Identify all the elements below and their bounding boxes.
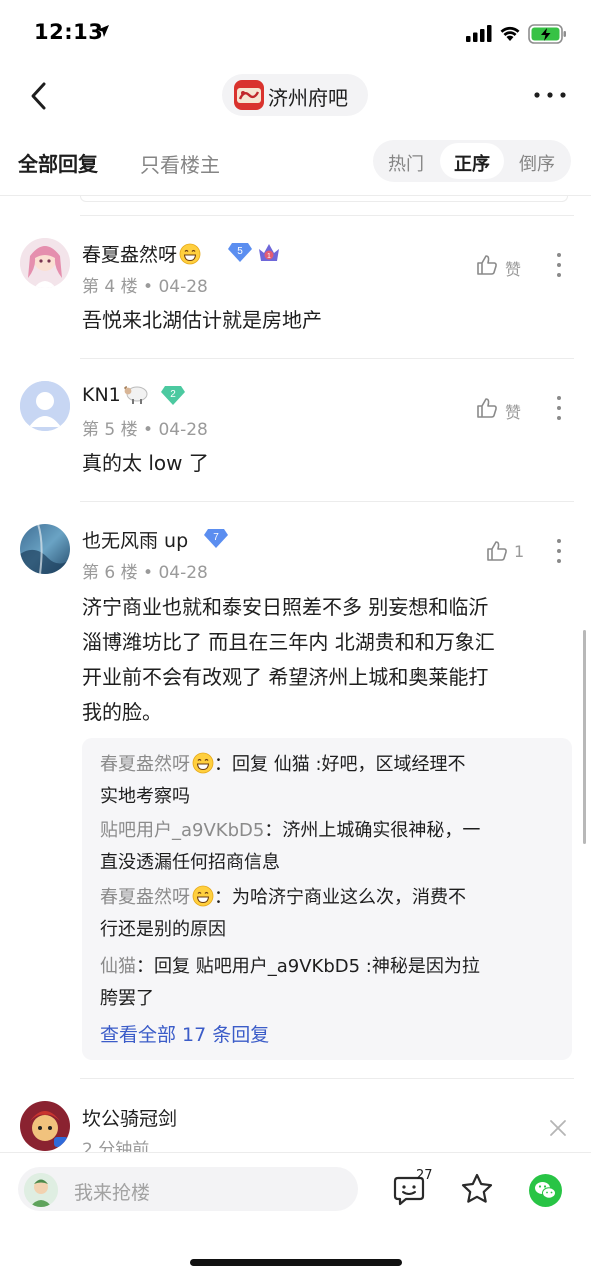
home-indicator[interactable] <box>190 1259 402 1266</box>
sub-reply[interactable]: 春夏盎然呀 ：为哈济宁商业这么次，消费不 行还是别的原因 <box>100 882 560 946</box>
star-favorite-icon[interactable] <box>460 1172 494 1206</box>
reply-text: 实地考察吗 <box>100 786 190 807</box>
reply-text: 行还是别的原因 <box>100 919 226 940</box>
rank-crown-icon: 1 <box>259 244 279 261</box>
battery-charging-icon <box>528 24 566 44</box>
more-vertical-icon[interactable] <box>552 394 566 422</box>
status-bar: 12:13 <box>0 0 591 66</box>
view-all-replies-link[interactable]: 查看全部 17 条回复 <box>100 1020 269 1047</box>
location-arrow-icon <box>97 25 109 37</box>
thumbs-up-icon[interactable] <box>485 539 509 563</box>
previous-post-tail <box>80 196 568 202</box>
more-horizontal-icon[interactable] <box>532 82 568 108</box>
avatar[interactable] <box>20 381 70 431</box>
sub-reply[interactable]: 春夏盎然呀 ：回复 仙猫 :好吧，区域经理不 实地考察吗 <box>100 749 560 813</box>
wifi-icon <box>500 26 520 41</box>
reply-text: 胯罢了 <box>100 988 154 1009</box>
username[interactable]: 春夏盎然呀 <box>82 240 201 267</box>
my-avatar <box>24 1173 58 1207</box>
sheep-emoji-icon <box>124 386 148 404</box>
post-divider <box>80 501 574 502</box>
reply-input-placeholder[interactable]: 我来抢楼 <box>74 1178 150 1205</box>
sort-ascending[interactable]: 正序 <box>454 150 490 176</box>
reply-text: ：济州上城确实很神秘，一 <box>264 820 481 841</box>
username[interactable]: KN1 <box>82 383 151 406</box>
svg-text:2: 2 <box>170 389 176 400</box>
like-count[interactable]: 1 <box>514 542 524 561</box>
post-content: 真的太 low 了 <box>82 451 209 475</box>
sub-reply[interactable]: 贴吧用户_a9VKbD5：济州上城确实很神秘，一 直没透漏任何招商信息 <box>100 815 560 879</box>
reply-text: 直没透漏任何招商信息 <box>100 852 280 873</box>
reply-text: ：为哈济宁商业这么次，消费不 <box>214 887 466 908</box>
comment-count: 27 <box>416 1168 433 1183</box>
tab-op-only[interactable]: 只看楼主 <box>140 149 220 178</box>
status-time: 12:13 <box>34 20 104 44</box>
wechat-share-icon[interactable] <box>529 1174 562 1207</box>
post-meta: 第 6 楼 • 04-28 <box>82 563 208 583</box>
thumbs-up-icon[interactable] <box>475 396 499 420</box>
username[interactable]: 也无风雨 up <box>82 526 188 553</box>
close-icon[interactable] <box>548 1118 568 1138</box>
thumbs-up-icon[interactable] <box>475 253 499 277</box>
grin-emoji-icon <box>192 885 214 907</box>
avatar[interactable] <box>20 524 70 574</box>
more-vertical-icon[interactable] <box>552 537 566 565</box>
reply-author[interactable]: 贴吧用户_a9VKbD5 <box>100 820 264 841</box>
reply-input[interactable] <box>18 1167 358 1211</box>
content-line: 开业前不会有改观了 希望济州上城和奥莱能打 <box>82 665 489 689</box>
like-label[interactable]: 赞 <box>505 399 521 423</box>
avatar[interactable] <box>20 1101 70 1151</box>
grin-emoji-icon <box>192 752 214 774</box>
post-meta: 第 4 楼 • 04-28 <box>82 277 208 297</box>
content-line: 淄博潍坊比了 而且在三年内 北湖贵和和万象汇 <box>82 630 495 654</box>
level-diamond-icon: 2 <box>161 386 185 405</box>
post-divider <box>80 1078 574 1079</box>
more-vertical-icon[interactable] <box>552 251 566 279</box>
level-diamond-icon: 7 <box>204 529 228 548</box>
post-content: 济宁商业也就和泰安日照差不多 别妄想和临沂 淄博潍坊比了 而且在三年内 北湖贵和… <box>82 590 495 730</box>
sort-hot[interactable]: 热门 <box>388 150 424 176</box>
scrollbar-thumb[interactable] <box>583 630 586 844</box>
level-diamond-icon: 5 <box>228 243 252 262</box>
back-chevron-icon[interactable] <box>24 76 56 116</box>
sort-descending[interactable]: 倒序 <box>519 150 555 176</box>
forum-logo <box>234 80 264 110</box>
content-line: 济宁商业也就和泰安日照差不多 别妄想和临沂 <box>82 595 489 619</box>
like-label[interactable]: 赞 <box>505 256 521 280</box>
tab-all-replies[interactable]: 全部回复 <box>18 148 98 177</box>
svg-text:5: 5 <box>237 246 243 257</box>
reply-text: ：回复 贴吧用户_a9VKbD5 :神秘是因为拉 <box>136 956 480 977</box>
grin-emoji-icon <box>179 243 201 265</box>
avatar[interactable] <box>20 238 70 288</box>
reply-author[interactable]: 春夏盎然呀 <box>100 754 190 775</box>
username[interactable]: 坎公骑冠剑 <box>82 1104 177 1131</box>
post-divider <box>80 215 574 216</box>
sub-reply[interactable]: 仙猫：回复 贴吧用户_a9VKbD5 :神秘是因为拉 胯罢了 <box>100 951 560 1015</box>
content-line: 我的脸。 <box>82 700 162 724</box>
svg-text:1: 1 <box>267 253 271 260</box>
reply-author[interactable]: 仙猫 <box>100 956 136 977</box>
reply-author[interactable]: 春夏盎然呀 <box>100 887 190 908</box>
svg-text:7: 7 <box>213 532 219 543</box>
cellular-signal-icon <box>466 25 492 42</box>
forum-name[interactable]: 济州府吧 <box>268 82 348 111</box>
reply-text: ：回复 仙猫 :好吧，区域经理不 <box>214 754 466 775</box>
post-content: 吾悦来北湖估计就是房地产 <box>82 308 322 332</box>
post-divider <box>80 358 574 359</box>
post-meta: 第 5 楼 • 04-28 <box>82 420 208 440</box>
